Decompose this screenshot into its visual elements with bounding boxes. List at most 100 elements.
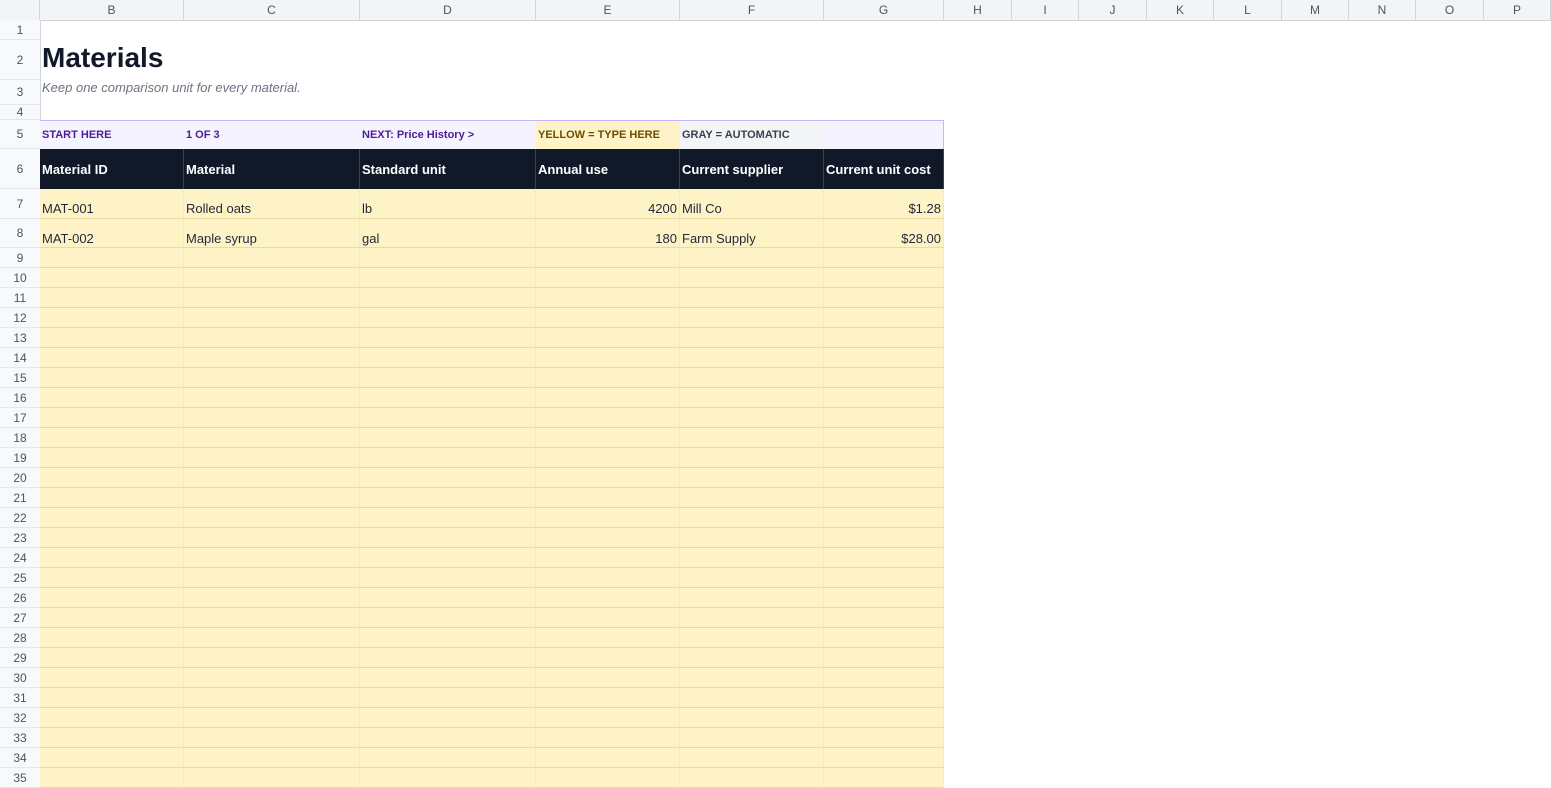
column-header-i[interactable]: I	[1012, 0, 1079, 20]
empty-input-cell[interactable]	[824, 408, 944, 428]
empty-input-cell[interactable]	[680, 428, 824, 448]
empty-input-cell[interactable]	[536, 308, 680, 328]
empty-input-cell[interactable]	[360, 248, 536, 268]
empty-input-cell[interactable]	[360, 268, 536, 288]
empty-input-cell[interactable]	[536, 548, 680, 568]
row-header[interactable]: 34	[0, 748, 40, 768]
empty-input-cell[interactable]	[680, 688, 824, 708]
empty-input-cell[interactable]	[40, 388, 184, 408]
empty-input-cell[interactable]	[184, 248, 360, 268]
empty-input-cell[interactable]	[360, 628, 536, 648]
empty-input-cell[interactable]	[360, 388, 536, 408]
row-header[interactable]: 32	[0, 708, 40, 728]
empty-input-cell[interactable]	[536, 708, 680, 728]
header-material-id[interactable]: Material ID	[40, 149, 184, 189]
empty-input-cell[interactable]	[680, 308, 824, 328]
empty-input-cell[interactable]	[536, 328, 680, 348]
empty-input-cell[interactable]	[184, 368, 360, 388]
column-header-d[interactable]: D	[360, 0, 536, 20]
empty-input-cell[interactable]	[824, 488, 944, 508]
empty-input-area[interactable]	[40, 248, 944, 788]
empty-input-cell[interactable]	[536, 468, 680, 488]
nav-start-here[interactable]: START HERE	[40, 120, 184, 149]
row-header[interactable]: 23	[0, 528, 40, 548]
row-header[interactable]: 13	[0, 328, 40, 348]
column-header-e[interactable]: E	[536, 0, 680, 20]
row-header[interactable]: 16	[0, 388, 40, 408]
row-header[interactable]: 12	[0, 308, 40, 328]
table-cell[interactable]: 180	[536, 219, 680, 248]
row-header[interactable]: 28	[0, 628, 40, 648]
row-header[interactable]: 5	[0, 120, 40, 149]
empty-input-cell[interactable]	[184, 408, 360, 428]
empty-input-cell[interactable]	[536, 508, 680, 528]
empty-input-cell[interactable]	[824, 348, 944, 368]
header-current-supplier[interactable]: Current supplier	[680, 149, 824, 189]
column-header-g[interactable]: G	[824, 0, 944, 20]
empty-input-cell[interactable]	[680, 748, 824, 768]
column-header-h[interactable]: H	[944, 0, 1012, 20]
column-header-l[interactable]: L	[1214, 0, 1282, 20]
empty-input-cell[interactable]	[360, 448, 536, 468]
empty-input-cell[interactable]	[360, 588, 536, 608]
row-header[interactable]: 17	[0, 408, 40, 428]
empty-input-cell[interactable]	[680, 448, 824, 468]
empty-input-cell[interactable]	[536, 268, 680, 288]
column-header-k[interactable]: K	[1147, 0, 1214, 20]
empty-input-cell[interactable]	[360, 668, 536, 688]
empty-input-cell[interactable]	[360, 648, 536, 668]
empty-input-cell[interactable]	[680, 668, 824, 688]
empty-input-cell[interactable]	[824, 668, 944, 688]
row-header[interactable]: 19	[0, 448, 40, 468]
empty-input-cell[interactable]	[824, 508, 944, 528]
column-header-m[interactable]: M	[1282, 0, 1349, 20]
table-cell[interactable]: lb	[360, 189, 536, 219]
row-header[interactable]: 15	[0, 368, 40, 388]
empty-input-cell[interactable]	[536, 288, 680, 308]
column-header-f[interactable]: F	[680, 0, 824, 20]
empty-input-cell[interactable]	[680, 648, 824, 668]
nav-step-counter[interactable]: 1 OF 3	[184, 120, 360, 149]
legend-yellow[interactable]: YELLOW = TYPE HERE	[536, 120, 680, 149]
empty-input-cell[interactable]	[184, 748, 360, 768]
empty-input-cell[interactable]	[184, 268, 360, 288]
empty-input-cell[interactable]	[40, 768, 184, 788]
empty-input-cell[interactable]	[360, 768, 536, 788]
empty-input-cell[interactable]	[40, 408, 184, 428]
row-header[interactable]: 24	[0, 548, 40, 568]
page-title[interactable]: Materials	[42, 42, 163, 74]
legend-gray[interactable]: GRAY = AUTOMATIC	[680, 120, 824, 149]
row-header[interactable]: 20	[0, 468, 40, 488]
select-all-corner[interactable]	[0, 0, 40, 20]
table-cell[interactable]: MAT-001	[40, 189, 184, 219]
nav-empty-cell[interactable]	[824, 120, 944, 149]
empty-input-cell[interactable]	[360, 728, 536, 748]
empty-input-cell[interactable]	[184, 588, 360, 608]
empty-input-cell[interactable]	[824, 568, 944, 588]
table-cell[interactable]: $28.00	[824, 219, 944, 248]
empty-input-cell[interactable]	[360, 528, 536, 548]
row-header[interactable]: 31	[0, 688, 40, 708]
empty-input-cell[interactable]	[536, 588, 680, 608]
empty-input-cell[interactable]	[184, 608, 360, 628]
empty-input-cell[interactable]	[680, 368, 824, 388]
empty-input-cell[interactable]	[824, 548, 944, 568]
empty-input-cell[interactable]	[40, 428, 184, 448]
empty-input-cell[interactable]	[360, 428, 536, 448]
empty-input-cell[interactable]	[360, 348, 536, 368]
empty-input-cell[interactable]	[824, 468, 944, 488]
empty-input-cell[interactable]	[824, 248, 944, 268]
empty-input-cell[interactable]	[536, 348, 680, 368]
empty-input-cell[interactable]	[536, 768, 680, 788]
empty-input-cell[interactable]	[536, 428, 680, 448]
empty-input-cell[interactable]	[360, 328, 536, 348]
row-header[interactable]: 35	[0, 768, 40, 788]
empty-input-cell[interactable]	[536, 528, 680, 548]
empty-input-cell[interactable]	[40, 748, 184, 768]
column-header-n[interactable]: N	[1349, 0, 1416, 20]
empty-input-cell[interactable]	[536, 728, 680, 748]
row-header[interactable]: 4	[0, 105, 40, 120]
empty-input-cell[interactable]	[360, 368, 536, 388]
table-cell[interactable]: Mill Co	[680, 189, 824, 219]
empty-input-cell[interactable]	[360, 748, 536, 768]
